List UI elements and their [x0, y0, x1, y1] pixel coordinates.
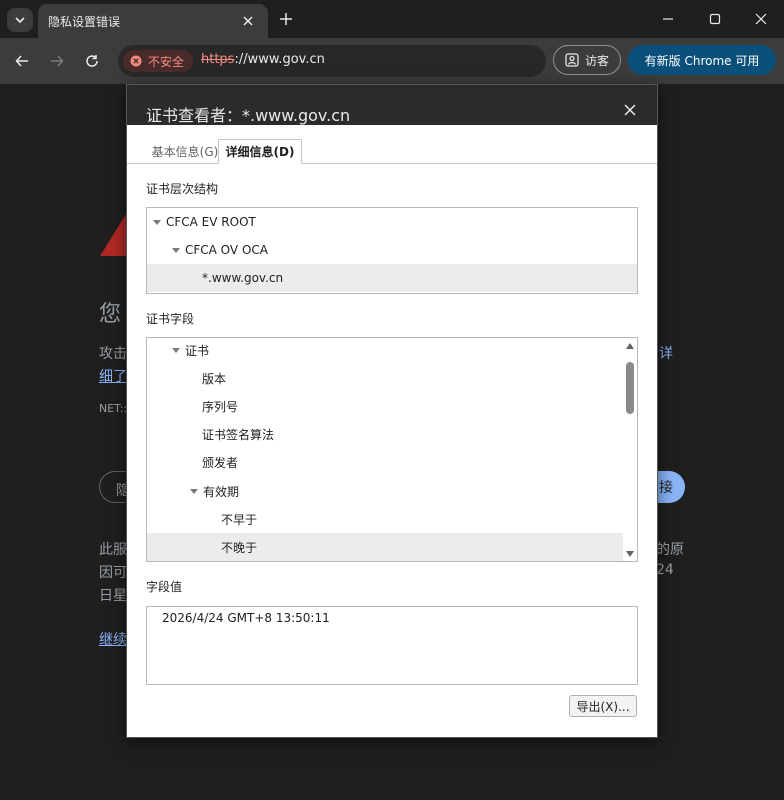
profile-icon — [565, 53, 579, 67]
field-value-box[interactable]: 2026/4/24 GMT+8 13:50:11 — [146, 606, 638, 685]
dialog-body: 基本信息(G) 详细信息(D) 证书层次结构 CFCA EV ROOT CFCA… — [127, 125, 657, 737]
back-to-safety-label: 接 — [659, 480, 673, 496]
tab-details[interactable]: 详细信息(D) — [218, 139, 302, 164]
learn-more-link[interactable]: 细了 — [99, 366, 127, 386]
new-tab-button[interactable] — [276, 9, 296, 29]
field-item-label: 版本 — [202, 371, 227, 386]
expand-arrow-icon — [190, 488, 198, 494]
guest-label: 访客 — [584, 53, 609, 68]
close-icon — [755, 13, 767, 25]
security-chip[interactable]: 不安全 — [123, 50, 194, 72]
field-item-label: 证书 — [185, 343, 210, 358]
chevron-down-icon — [15, 17, 25, 24]
expand-arrow-icon — [172, 347, 180, 353]
close-icon[interactable] — [623, 103, 637, 117]
update-label: 有新版 Chrome 可用 — [644, 53, 760, 68]
info-text-line2-end: 24 — [656, 562, 674, 578]
forward-arrow-icon — [51, 55, 64, 67]
field-item-selected[interactable]: 不晚于 — [147, 533, 623, 561]
reload-button[interactable] — [82, 51, 102, 71]
field-item-label: 不早于 — [221, 512, 258, 527]
url-host: ://www.gov.cn — [234, 52, 325, 67]
tree-item[interactable]: CFCA EV ROOT — [147, 208, 637, 236]
details-link-part[interactable]: 详 — [659, 343, 673, 363]
field-value-label: 字段值 — [146, 580, 183, 594]
back-button[interactable] — [12, 51, 32, 71]
field-item[interactable]: 证书 — [147, 338, 637, 364]
info-text-line1-end: 的原 — [656, 542, 684, 558]
field-item[interactable]: 序列号 — [147, 392, 637, 420]
field-item[interactable]: 有效期 — [147, 477, 637, 505]
url-scheme: https — [201, 52, 235, 67]
field-item-label: 颁发者 — [202, 455, 239, 470]
error-heading: 您 — [99, 302, 122, 327]
reload-icon — [86, 55, 98, 67]
tree-item-selected[interactable]: *.www.gov.cn — [147, 264, 637, 292]
window-close-button[interactable] — [752, 10, 770, 28]
update-chrome-button[interactable]: 有新版 Chrome 可用 — [628, 45, 776, 75]
field-item-label: 有效期 — [203, 484, 240, 499]
tab-search-button[interactable] — [7, 8, 33, 32]
tree-item-label: CFCA EV ROOT — [166, 215, 256, 229]
export-button[interactable]: 导出(X)... — [569, 695, 637, 717]
dialog-tabbar: 基本信息(G) 详细信息(D) — [127, 139, 657, 164]
expand-arrow-icon — [153, 219, 161, 225]
title-bar: 隐私设置错误 — [0, 0, 784, 38]
field-value-text: 2026/4/24 GMT+8 13:50:11 — [162, 611, 330, 625]
address-bar[interactable]: 不安全 https://www.gov.cn — [118, 45, 546, 77]
maximize-icon — [709, 13, 721, 25]
plus-icon — [280, 13, 292, 25]
close-icon[interactable] — [240, 13, 256, 29]
hierarchy-tree: CFCA EV ROOT CFCA OV OCA *.www.gov.cn — [146, 207, 638, 294]
fields-label: 证书字段 — [146, 312, 195, 326]
field-item-label: 序列号 — [202, 399, 239, 414]
maximize-button[interactable] — [706, 10, 724, 28]
tree-item-label: CFCA OV OCA — [185, 243, 268, 257]
hierarchy-label: 证书层次结构 — [146, 182, 219, 196]
guest-profile-button[interactable]: 访客 — [553, 45, 621, 75]
toolbar: 不安全 https://www.gov.cn 访客 有新版 Chrome 可用 — [0, 38, 784, 84]
field-item[interactable]: 版本 — [147, 364, 637, 392]
field-item-label: 不晚于 — [221, 540, 258, 555]
minimize-icon — [663, 18, 673, 20]
error-text-line1: 攻击 — [99, 346, 127, 362]
net-error-code: NET:: — [99, 402, 128, 415]
scroll-down-arrow-icon[interactable] — [626, 551, 634, 557]
field-item[interactable]: 颁发者 — [147, 448, 637, 476]
tab-general[interactable]: 基本信息(G) — [141, 139, 229, 163]
browser-tab[interactable]: 隐私设置错误 — [38, 4, 268, 38]
insecure-label: 不安全 — [148, 54, 185, 69]
field-item-label: 证书签名算法 — [202, 427, 275, 442]
expand-arrow-icon — [172, 247, 180, 253]
url-text: https://www.gov.cn — [201, 52, 325, 67]
tree-item-label: *.www.gov.cn — [202, 271, 284, 285]
proceed-link[interactable]: 继续 — [99, 629, 127, 649]
field-item[interactable]: 不早于 — [147, 505, 637, 533]
fields-scrollbar[interactable] — [623, 338, 637, 561]
scrollbar-thumb[interactable] — [626, 362, 634, 414]
dialog-title: 证书查看者：*.www.gov.cn — [146, 106, 351, 125]
info-text-line2: 因可 — [99, 565, 127, 581]
certificate-viewer-dialog: 证书查看者：*.www.gov.cn 基本信息(G) 详细信息(D) 证书层次结… — [126, 84, 658, 738]
dialog-header: 证书查看者：*.www.gov.cn — [127, 85, 657, 125]
fields-tree[interactable]: 证书 版本 序列号 证书签名算法 颁发者 有效期 不早于 不晚于 — [146, 337, 638, 562]
scroll-up-arrow-icon[interactable] — [626, 343, 634, 349]
forward-button[interactable] — [47, 51, 67, 71]
info-text-line1: 此服 — [99, 542, 127, 558]
warning-circle-icon — [130, 55, 142, 67]
tree-item[interactable]: CFCA OV OCA — [147, 236, 637, 264]
field-item[interactable]: 证书签名算法 — [147, 420, 637, 448]
minimize-button[interactable] — [659, 10, 677, 28]
back-arrow-icon — [15, 55, 28, 67]
info-text-line3: 日星 — [99, 588, 127, 604]
tab-title: 隐私设置错误 — [48, 15, 121, 29]
